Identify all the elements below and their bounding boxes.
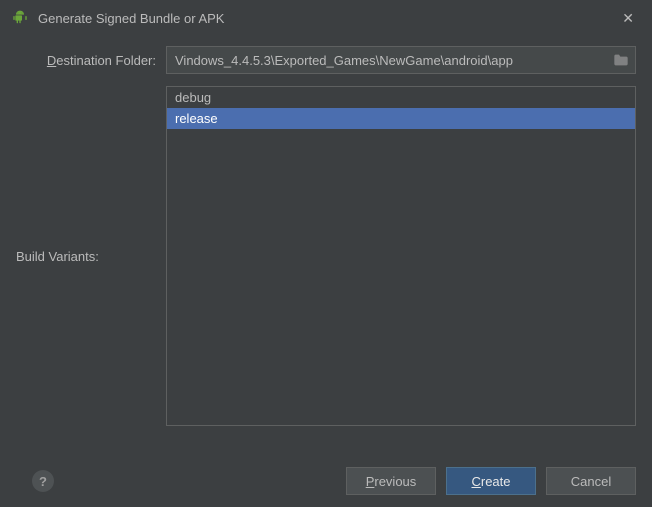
build-variants-row: Build Variants: debugrelease bbox=[16, 86, 636, 426]
help-button[interactable]: ? bbox=[32, 470, 54, 492]
dialog-footer: ? Previous Create Cancel bbox=[0, 455, 652, 507]
titlebar: Generate Signed Bundle or APK ✕ bbox=[0, 0, 652, 36]
folder-icon[interactable] bbox=[613, 53, 629, 67]
build-variants-label: Build Variants: bbox=[16, 86, 166, 426]
previous-button[interactable]: Previous bbox=[346, 467, 436, 495]
variant-item-release[interactable]: release bbox=[167, 108, 635, 129]
destination-field-wrapper bbox=[166, 46, 636, 74]
cancel-button[interactable]: Cancel bbox=[546, 467, 636, 495]
destination-label: Destination Folder: bbox=[16, 53, 166, 68]
window-title: Generate Signed Bundle or APK bbox=[38, 11, 616, 26]
android-icon bbox=[12, 10, 28, 26]
build-variants-list[interactable]: debugrelease bbox=[166, 86, 636, 426]
variant-item-debug[interactable]: debug bbox=[167, 87, 635, 108]
create-button[interactable]: Create bbox=[446, 467, 536, 495]
destination-input[interactable] bbox=[175, 53, 607, 68]
destination-row: Destination Folder: bbox=[16, 46, 636, 74]
close-icon[interactable]: ✕ bbox=[616, 8, 640, 29]
dialog-content: Destination Folder: Build Variants: debu… bbox=[0, 36, 652, 426]
